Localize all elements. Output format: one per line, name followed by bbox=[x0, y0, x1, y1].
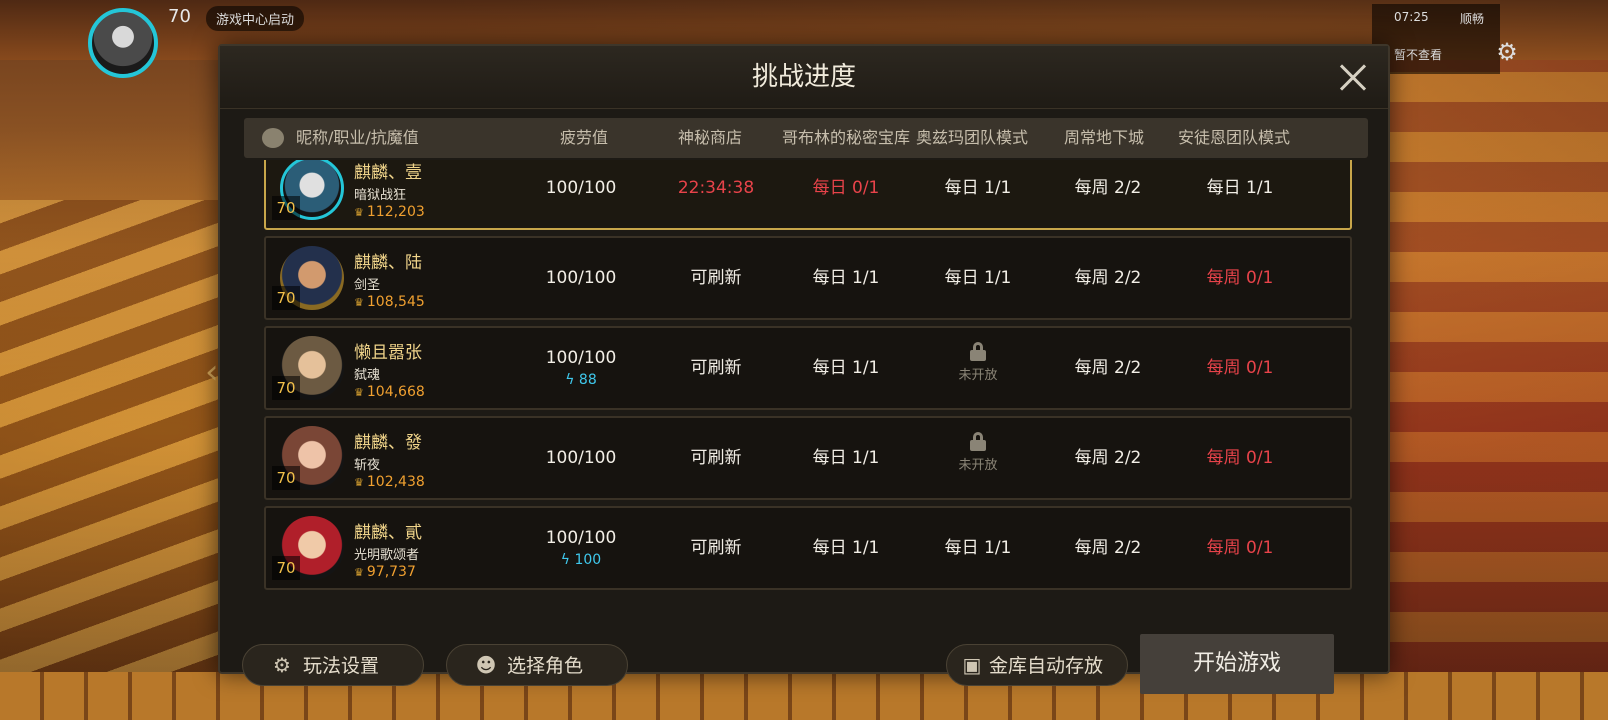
lightning-icon: ϟ bbox=[565, 372, 579, 388]
character-name: 麒麟、陆 bbox=[354, 253, 422, 273]
character-power: ♛ 108,545 bbox=[354, 294, 425, 310]
col-ozma-raid: 奥兹玛团队模式 bbox=[916, 128, 1029, 147]
level-badge: 70 bbox=[272, 376, 300, 400]
character-name: 麒麟、壹 bbox=[354, 163, 422, 183]
level-badge: 70 bbox=[272, 466, 300, 490]
goblin-vault-value: 每日 1/1 bbox=[812, 268, 880, 288]
ozma-locked: 未开放 bbox=[928, 342, 1028, 383]
col-fatigue: 疲劳值 bbox=[560, 128, 609, 147]
goblin-vault-value: 每日 1/1 bbox=[812, 448, 880, 468]
left-arrow-icon[interactable]: ‹ bbox=[205, 352, 219, 392]
character-header-icon bbox=[262, 128, 284, 148]
status-text: 顺畅 bbox=[1460, 12, 1485, 26]
anton-value: 每周 0/1 bbox=[1206, 268, 1274, 288]
col-anton-raid: 安徒恩团队模式 bbox=[1178, 128, 1291, 147]
mystery-shop-value: 可刷新 bbox=[690, 448, 742, 468]
select-character-button[interactable]: ☻ 选择角色 bbox=[446, 644, 628, 686]
character-job: 光明歌颂者 bbox=[354, 548, 420, 563]
status-sub: 暂不查看 bbox=[1394, 48, 1443, 62]
weekly-dungeon-value: 每周 2/2 bbox=[1074, 538, 1142, 558]
gear-icon: ⚙ bbox=[273, 653, 291, 677]
energy-value: ϟ 100 bbox=[560, 552, 602, 568]
background-stairs bbox=[0, 200, 230, 720]
ozma-value: 每日 1/1 bbox=[944, 538, 1012, 558]
close-icon[interactable] bbox=[1334, 58, 1372, 96]
energy-value: ϟ 88 bbox=[565, 372, 597, 388]
character-list[interactable]: 70 麒麟、壹 暗狱战狂 ♛ 112,203 100/100 22:34:38 每… bbox=[264, 160, 1352, 634]
start-game-button[interactable]: 开始游戏 bbox=[1140, 634, 1334, 694]
crown-icon: ♛ bbox=[354, 386, 364, 399]
crown-icon: ♛ bbox=[354, 476, 364, 489]
mystery-shop-value: 可刷新 bbox=[690, 268, 742, 288]
fatigue-value: 100/100 bbox=[545, 268, 617, 288]
fatigue-value: 100/100 ϟ 88 bbox=[526, 328, 636, 408]
goblin-vault-value: 每日 0/1 bbox=[812, 178, 880, 198]
crown-icon: ♛ bbox=[354, 296, 364, 309]
table-row[interactable]: 70 麒麟、發 斩夜 ♛ 102,438 100/100 可刷新 每日 1/1 未… bbox=[264, 416, 1352, 500]
anton-value: 每周 0/1 bbox=[1206, 538, 1274, 558]
table-row[interactable]: 70 麒麟、陆 剑圣 ♛ 108,545 100/100 可刷新 每日 1/1 每… bbox=[264, 236, 1352, 320]
player-level: 70 bbox=[168, 6, 191, 27]
crown-icon: ♛ bbox=[354, 206, 364, 219]
fatigue-value: 100/100 bbox=[545, 448, 617, 468]
status-time: 07:25 bbox=[1394, 10, 1429, 24]
mystery-shop-value: 22:34:38 bbox=[677, 178, 755, 198]
fatigue-value: 100/100 ϟ 100 bbox=[526, 508, 636, 588]
character-job: 弑魂 bbox=[354, 368, 381, 383]
character-job: 斩夜 bbox=[354, 458, 381, 473]
vault-icon: ▣ bbox=[962, 653, 982, 677]
character-job: 剑圣 bbox=[354, 278, 381, 293]
character-name: 麒麟、發 bbox=[354, 433, 422, 453]
crown-icon: ♛ bbox=[354, 566, 364, 579]
character-name: 麒麟、貳 bbox=[354, 523, 422, 543]
level-badge: 70 bbox=[272, 286, 300, 310]
ozma-value: 每日 1/1 bbox=[944, 268, 1012, 288]
challenge-progress-dialog: 挑战进度 昵称/职业/抗魔值 疲劳值 神秘商店 哥布林的秘密宝库 奥兹玛团队模式… bbox=[218, 44, 1390, 694]
background-building bbox=[1388, 60, 1608, 672]
dialog-title: 挑战进度 bbox=[220, 46, 1388, 109]
ozma-locked: 未开放 bbox=[928, 432, 1028, 473]
table-row[interactable]: 70 麒麟、壹 暗狱战狂 ♛ 112,203 100/100 22:34:38 每… bbox=[264, 160, 1352, 230]
dialog-footer: ⚙ 玩法设置 ☻ 选择角色 ▣ 金库自动存放 开始游戏 bbox=[220, 634, 1388, 694]
level-badge: 70 bbox=[272, 196, 300, 220]
col-goblin-vault: 哥布林的秘密宝库 bbox=[782, 128, 911, 147]
character-power: ♛ 104,668 bbox=[354, 384, 425, 400]
lightning-icon: ϟ bbox=[560, 552, 575, 568]
goblin-vault-value: 每日 1/1 bbox=[812, 538, 880, 558]
weekly-dungeon-value: 每周 2/2 bbox=[1074, 178, 1142, 198]
lock-icon bbox=[970, 432, 986, 451]
weekly-dungeon-value: 每周 2/2 bbox=[1074, 448, 1142, 468]
mystery-shop-value: 可刷新 bbox=[690, 358, 742, 378]
character-power: ♛ 97,737 bbox=[354, 564, 416, 580]
settings-button[interactable]: ⚙ 玩法设置 bbox=[242, 644, 424, 686]
vault-auto-store-button[interactable]: ▣ 金库自动存放 bbox=[946, 644, 1128, 686]
mystery-shop-value: 可刷新 bbox=[690, 538, 742, 558]
background-floor bbox=[0, 672, 1608, 720]
character-icon: ☻ bbox=[475, 653, 497, 677]
status-panel: 07:25 顺畅 暂不查看 bbox=[1372, 4, 1500, 74]
weekly-dungeon-value: 每周 2/2 bbox=[1074, 358, 1142, 378]
character-power: ♛ 112,203 bbox=[354, 204, 425, 220]
level-badge: 70 bbox=[272, 556, 300, 580]
character-power: ♛ 102,438 bbox=[354, 474, 425, 490]
anton-value: 每周 0/1 bbox=[1206, 448, 1274, 468]
goblin-vault-value: 每日 1/1 bbox=[812, 358, 880, 378]
table-row[interactable]: 70 麒麟、貳 光明歌颂者 ♛ 97,737 100/100 ϟ 100 可刷新 … bbox=[264, 506, 1352, 590]
ozma-value: 每日 1/1 bbox=[944, 178, 1012, 198]
hud-gear-icon[interactable]: ⚙ bbox=[1493, 38, 1521, 66]
weekly-dungeon-value: 每周 2/2 bbox=[1074, 268, 1142, 288]
anton-value: 每日 1/1 bbox=[1206, 178, 1274, 198]
lock-icon bbox=[970, 342, 986, 361]
col-nickname: 昵称/职业/抗魔值 bbox=[296, 128, 419, 147]
game-center-notice[interactable]: 游戏中心启动 bbox=[206, 6, 305, 31]
anton-value: 每周 0/1 bbox=[1206, 358, 1274, 378]
col-weekly-dungeon: 周常地下城 bbox=[1064, 128, 1145, 147]
character-job: 暗狱战狂 bbox=[354, 188, 407, 203]
table-header: 昵称/职业/抗魔值 疲劳值 神秘商店 哥布林的秘密宝库 奥兹玛团队模式 周常地下… bbox=[244, 118, 1368, 158]
character-name: 懒且嚣张 bbox=[354, 343, 422, 363]
fatigue-value: 100/100 bbox=[545, 178, 617, 198]
col-mystery-shop: 神秘商店 bbox=[678, 128, 743, 147]
player-avatar[interactable] bbox=[88, 8, 158, 78]
table-row[interactable]: 70 懒且嚣张 弑魂 ♛ 104,668 100/100 ϟ 88 可刷新 每日 … bbox=[264, 326, 1352, 410]
